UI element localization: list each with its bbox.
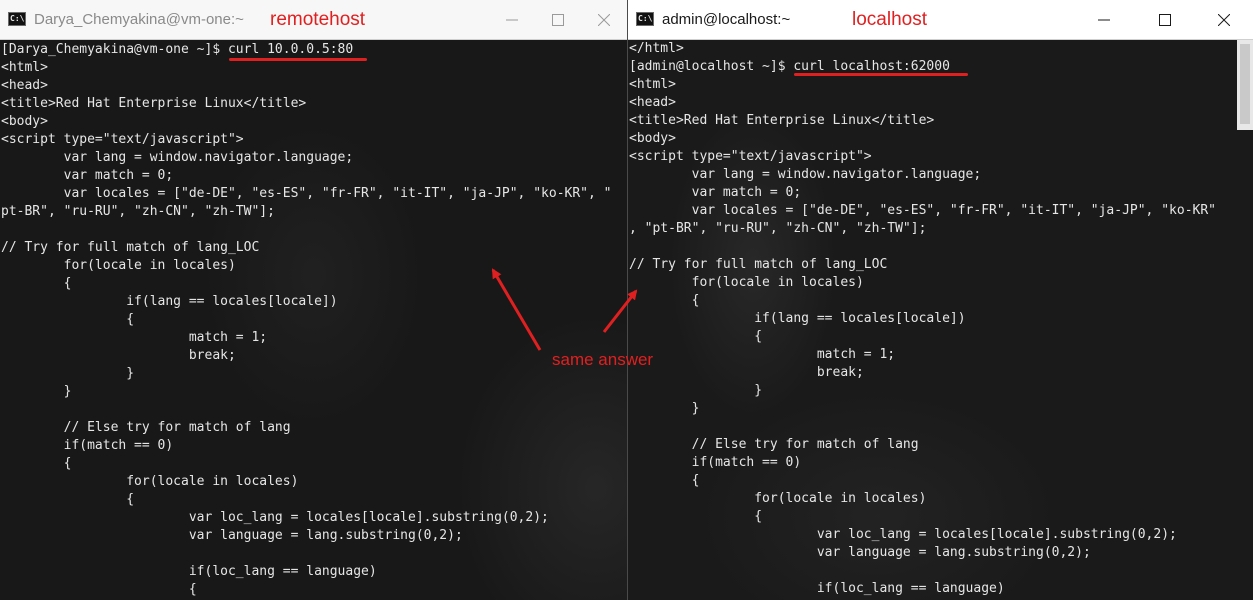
right-minimize-button[interactable] [1081,0,1127,39]
close-icon [1218,14,1230,26]
right-window-title: admin@localhost:~ [662,11,791,28]
right-scrollbar-thumb[interactable] [1240,44,1250,124]
left-terminal-area[interactable]: [Darya_Chemyakina@vm-one ~]$ curl 10.0.0… [0,40,627,600]
close-icon [598,14,610,26]
right-terminal-window[interactable]: C:\ admin@localhost:~ localhost </html> … [627,0,1253,600]
right-command-underline [794,73,968,76]
left-terminal-output: [Darya_Chemyakina@vm-one ~]$ curl 10.0.0… [1,42,612,597]
cmd-icon: C:\ [8,12,26,26]
right-close-button[interactable] [1201,0,1247,39]
maximize-icon [1159,14,1171,26]
left-maximize-button[interactable] [535,0,581,39]
maximize-icon [552,14,564,26]
cmd-icon: C:\ [636,12,654,26]
left-window-title: Darya_Chemyakina@vm-one:~ [34,11,244,28]
left-terminal-window[interactable]: C:\ Darya_Chemyakina@vm-one:~ remotehost… [0,0,627,600]
right-title-bar[interactable]: C:\ admin@localhost:~ localhost [628,0,1253,40]
localhost-annotation: localhost [852,9,927,30]
minimize-icon [506,19,518,21]
left-title-bar[interactable]: C:\ Darya_Chemyakina@vm-one:~ remotehost [0,0,627,40]
left-close-button[interactable] [581,0,627,39]
same-answer-annotation: same answer [552,350,654,369]
right-terminal-output: </html> [admin@localhost ~]$ curl localh… [629,41,1216,596]
right-terminal-area[interactable]: </html> [admin@localhost ~]$ curl localh… [628,40,1253,600]
remotehost-annotation: remotehost [270,9,366,30]
right-maximize-button[interactable] [1142,0,1188,39]
left-minimize-button[interactable] [489,0,535,39]
left-command-underline [229,58,367,61]
minimize-icon [1098,19,1110,21]
